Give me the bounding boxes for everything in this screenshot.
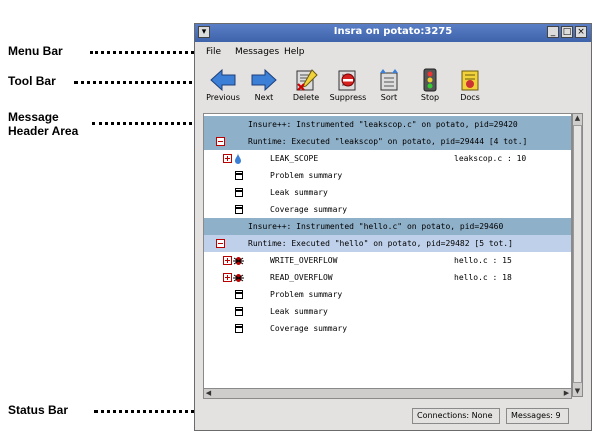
title-bar[interactable]: ▾ Insra on potato:3275 _ □ × [195, 24, 591, 42]
delete-icon [296, 69, 318, 91]
docs-icon [461, 70, 479, 91]
stop-button[interactable]: Stop [408, 68, 452, 108]
expand-icon[interactable] [223, 273, 232, 282]
leak-drop-icon [235, 153, 241, 164]
messages-count: Messages: 9 [506, 408, 569, 424]
sort-label: Sort [380, 93, 398, 102]
summary-text: Coverage summary [270, 205, 348, 214]
message-text: Insure++: Instrumented "leakscop.c" on p… [248, 120, 518, 129]
delete-label: Delete [292, 93, 320, 102]
message-text: Runtime: Executed "leakscop" on potato, … [248, 137, 528, 146]
window-title: Insra on potato:3275 [333, 26, 453, 37]
sort-button[interactable]: Sort [367, 68, 411, 108]
maximize-button[interactable]: □ [561, 26, 573, 38]
message-header-row[interactable]: Runtime: Executed "hello" on potato, pid… [204, 235, 571, 252]
scroll-thumb[interactable] [573, 125, 582, 383]
summary-text: Leak summary [270, 188, 328, 197]
scroll-left-icon[interactable]: ◀ [204, 389, 213, 398]
suppress-icon [338, 70, 356, 91]
summary-row[interactable]: Coverage summary [204, 201, 571, 218]
expand-icon[interactable] [223, 154, 232, 163]
next-arrow-icon [251, 68, 277, 92]
docs-label: Docs [460, 93, 480, 102]
message-header-row[interactable]: Insure++: Instrumented "hello.c" on pota… [204, 218, 571, 235]
bug-icon [233, 274, 244, 282]
error-name: READ_OVERFLOW [270, 273, 333, 282]
expand-icon[interactable] [223, 256, 232, 265]
next-button[interactable]: Next [242, 68, 286, 108]
menu-file[interactable]: File [206, 47, 221, 57]
callout-label-line: Message [8, 110, 59, 124]
collapse-icon[interactable] [216, 239, 225, 248]
document-icon [235, 307, 243, 316]
callout-tool-bar: Tool Bar [8, 74, 56, 88]
next-label: Next [254, 93, 274, 102]
message-text: Insure++: Instrumented "hello.c" on pota… [248, 222, 504, 231]
menu-messages[interactable]: Messages [235, 47, 279, 57]
insra-window: ▾ Insra on potato:3275 _ □ × File Messag… [194, 23, 592, 431]
source-location: hello.c : 15 [454, 256, 512, 265]
horizontal-scrollbar[interactable]: ◀ ▶ [203, 388, 572, 399]
callout-message-header-area: Message Header Area [8, 110, 78, 138]
callout-status-bar: Status Bar [8, 403, 69, 417]
summary-text: Problem summary [270, 290, 343, 299]
delete-button[interactable]: Delete [284, 68, 328, 108]
message-text: Runtime: Executed "hello" on potato, pid… [248, 239, 513, 248]
callout-dots [92, 122, 204, 125]
tool-bar: Previous Next Delete Suppress Sort Stop … [195, 64, 591, 108]
summary-row[interactable]: Coverage summary [204, 320, 571, 337]
error-row[interactable]: WRITE_OVERFLOW hello.c : 15 [204, 252, 571, 269]
summary-text: Problem summary [270, 171, 343, 180]
error-name: WRITE_OVERFLOW [270, 256, 338, 265]
document-icon [235, 188, 243, 197]
stop-label: Stop [420, 93, 440, 102]
callout-dots [74, 81, 200, 84]
source-location: leakscop.c : 10 [454, 154, 527, 163]
document-icon [235, 205, 243, 214]
summary-row[interactable]: Leak summary [204, 303, 571, 320]
previous-label: Previous [206, 93, 240, 102]
error-row[interactable]: LEAK_SCOPE leakscop.c : 10 [204, 150, 571, 167]
callout-label-line: Header Area [8, 124, 79, 138]
bug-icon [233, 257, 244, 265]
error-row[interactable]: READ_OVERFLOW hello.c : 18 [204, 269, 571, 286]
summary-row[interactable]: Problem summary [204, 286, 571, 303]
document-icon [235, 171, 243, 180]
scroll-down-icon[interactable]: ▼ [573, 387, 582, 396]
status-bar: Connections: None Messages: 9 [195, 404, 591, 428]
summary-row[interactable]: Leak summary [204, 184, 571, 201]
message-header-row[interactable]: Runtime: Executed "leakscop" on potato, … [204, 133, 571, 150]
scroll-right-icon[interactable]: ▶ [562, 389, 571, 398]
source-location: hello.c : 18 [454, 273, 512, 282]
message-area: Insure++: Instrumented "leakscop.c" on p… [203, 113, 572, 397]
suppress-label: Suppress [329, 93, 367, 102]
docs-button[interactable]: Docs [448, 68, 492, 108]
minimize-button[interactable]: _ [547, 26, 559, 38]
previous-arrow-icon [210, 68, 236, 92]
scroll-up-icon[interactable]: ▲ [573, 114, 582, 123]
vertical-scrollbar[interactable]: ▲ ▼ [572, 113, 583, 397]
suppress-button[interactable]: Suppress [326, 68, 370, 108]
sort-icon [380, 69, 398, 91]
callout-dots [90, 51, 200, 54]
collapse-icon[interactable] [216, 137, 225, 146]
error-name: LEAK_SCOPE [270, 154, 319, 163]
previous-button[interactable]: Previous [201, 68, 245, 108]
menu-bar: File Messages Help [195, 43, 591, 61]
document-icon [235, 290, 243, 299]
summary-text: Coverage summary [270, 324, 348, 333]
connections-status: Connections: None [412, 408, 500, 424]
callout-menu-bar: Menu Bar [8, 44, 63, 58]
summary-row[interactable]: Problem summary [204, 167, 571, 184]
traffic-light-icon [423, 68, 437, 92]
document-icon [235, 324, 243, 333]
close-button[interactable]: × [575, 26, 587, 38]
menu-help[interactable]: Help [284, 47, 305, 57]
summary-text: Leak summary [270, 307, 328, 316]
message-header-row[interactable]: Insure++: Instrumented "leakscop.c" on p… [204, 116, 571, 133]
